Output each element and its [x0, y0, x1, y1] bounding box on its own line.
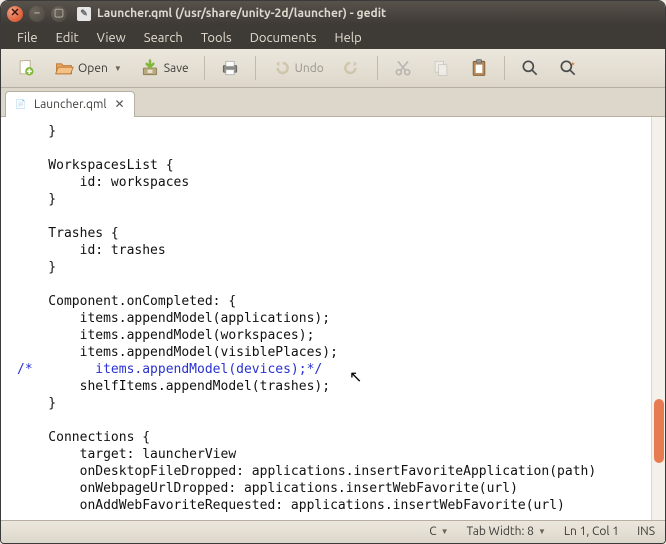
undo-button[interactable]: Undo	[264, 54, 331, 82]
toolbar-separator	[504, 56, 505, 80]
chevron-down-icon: ▼	[114, 64, 122, 73]
scrollbar-thumb[interactable]	[654, 399, 664, 463]
statusbar: C▼ Tab Width: 8▼ Ln 1, Col 1 INS	[1, 520, 665, 543]
undo-icon	[271, 58, 291, 78]
scissors-icon	[393, 58, 413, 78]
toolbar-separator	[377, 56, 378, 80]
tab-launcher-qml[interactable]: 📄 Launcher.qml ✕	[5, 91, 135, 117]
menu-documents[interactable]: Documents	[242, 29, 325, 47]
editor-area: } WorkspacesList { id: workspaces } Tras…	[1, 117, 665, 520]
find-replace-button[interactable]	[551, 54, 585, 82]
printer-icon	[220, 58, 240, 78]
menu-edit[interactable]: Edit	[48, 29, 87, 47]
document-icon: 📄	[14, 97, 28, 111]
search-icon	[520, 58, 540, 78]
print-button[interactable]	[213, 54, 247, 82]
tab-label: Launcher.qml	[34, 98, 106, 111]
code-editor[interactable]: } WorkspacesList { id: workspaces } Tras…	[1, 117, 651, 520]
toolbar: Open ▼ Save Undo	[1, 49, 665, 88]
clipboard-icon	[469, 58, 489, 78]
menu-help[interactable]: Help	[327, 29, 370, 47]
open-label: Open	[78, 62, 108, 75]
menu-search[interactable]: Search	[136, 29, 191, 47]
status-position: Ln 1, Col 1	[564, 525, 619, 538]
gedit-window: ✕ – ▢ ✎ Launcher.qml (/usr/share/unity-2…	[0, 0, 666, 544]
mouse-cursor: ↖	[349, 367, 362, 386]
paste-button[interactable]	[462, 54, 496, 82]
window-maximize-button[interactable]: ▢	[51, 6, 67, 22]
cut-button[interactable]	[386, 54, 420, 82]
copy-icon	[431, 58, 451, 78]
copy-button[interactable]	[424, 54, 458, 82]
open-button[interactable]: Open ▼	[47, 54, 129, 82]
redo-button[interactable]	[335, 54, 369, 82]
new-doc-icon	[16, 58, 36, 78]
save-button[interactable]: Save	[133, 54, 196, 82]
find-button[interactable]	[513, 54, 547, 82]
tab-close-button[interactable]: ✕	[112, 97, 126, 111]
menu-view[interactable]: View	[89, 29, 134, 47]
menubar: File Edit View Search Tools Documents He…	[1, 26, 665, 49]
status-tabwidth[interactable]: Tab Width: 8▼	[466, 525, 545, 538]
vertical-scrollbar[interactable]	[651, 117, 665, 520]
window-controls: ✕ – ▢	[7, 6, 67, 22]
menu-tools[interactable]: Tools	[193, 29, 240, 47]
window-close-button[interactable]: ✕	[7, 6, 23, 22]
window-minimize-button[interactable]: –	[29, 6, 45, 22]
save-icon	[140, 58, 160, 78]
save-label: Save	[164, 62, 189, 75]
tab-bar: 📄 Launcher.qml ✕	[1, 88, 665, 117]
redo-icon	[342, 58, 362, 78]
folder-open-icon	[54, 58, 74, 78]
app-icon: ✎	[77, 7, 91, 21]
new-document-button[interactable]	[9, 54, 43, 82]
toolbar-separator	[204, 56, 205, 80]
toolbar-separator	[255, 56, 256, 80]
menu-file[interactable]: File	[9, 29, 46, 47]
search-replace-icon	[558, 58, 578, 78]
undo-label: Undo	[295, 62, 324, 75]
titlebar: ✕ – ▢ ✎ Launcher.qml (/usr/share/unity-2…	[1, 1, 665, 26]
status-language[interactable]: C▼	[429, 525, 448, 538]
status-insert-mode: INS	[637, 525, 655, 538]
window-title: Launcher.qml (/usr/share/unity-2d/launch…	[97, 7, 386, 20]
